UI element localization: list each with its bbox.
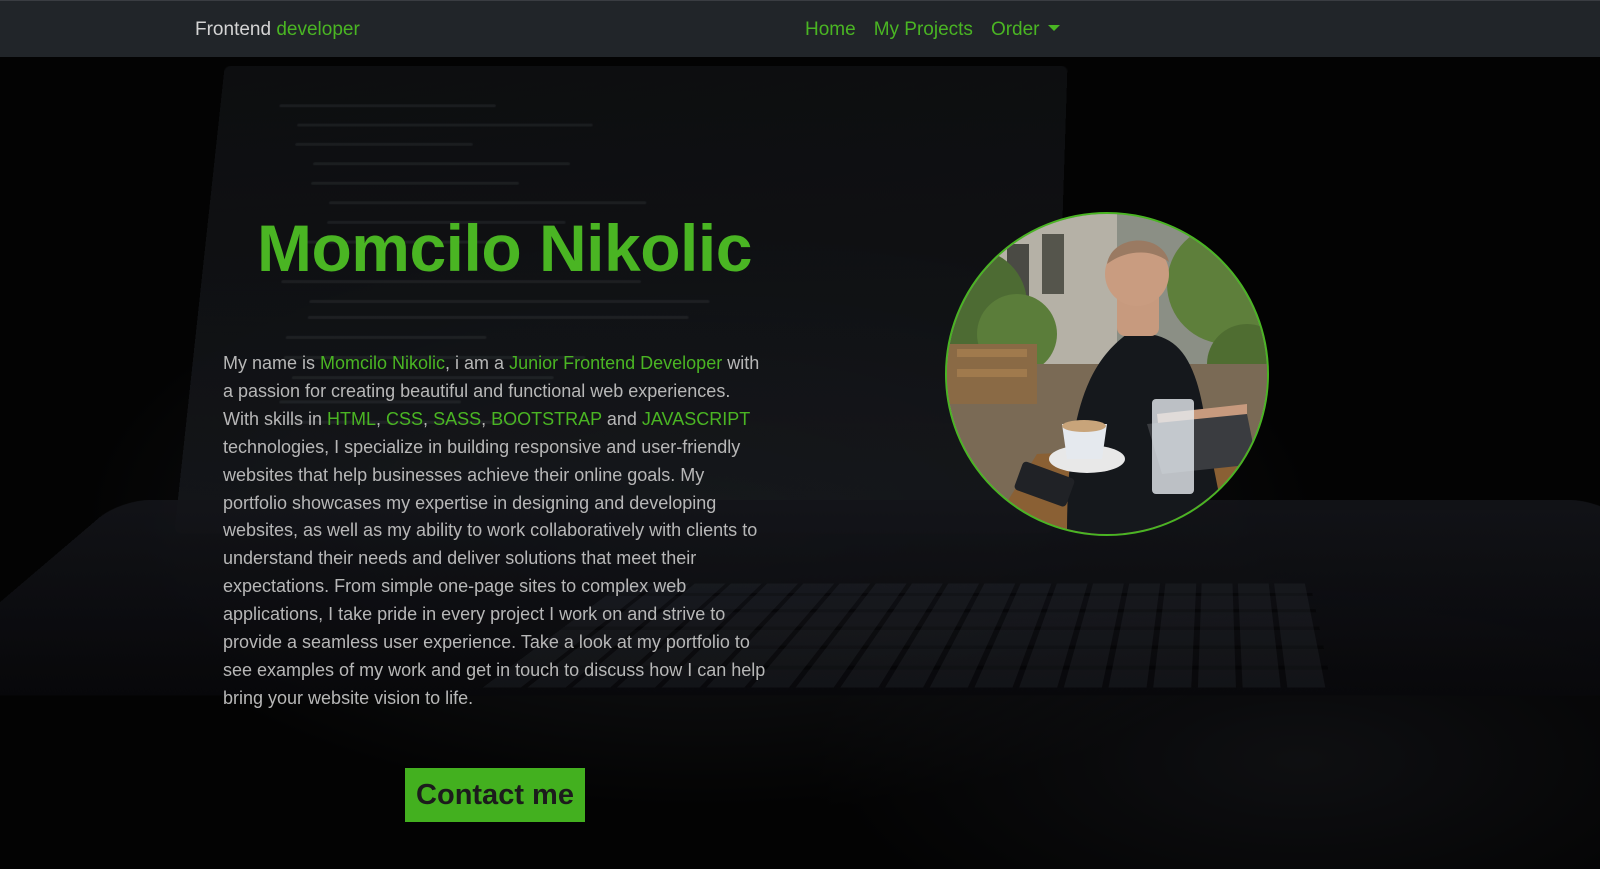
caret-down-icon xyxy=(1048,25,1060,31)
skill-bootstrap: BOOTSTRAP xyxy=(491,409,602,429)
skill-sass: SASS xyxy=(433,409,481,429)
skill-css: CSS xyxy=(386,409,423,429)
contact-me-button[interactable]: Contact me xyxy=(405,768,585,822)
bio-name-highlight: Momcilo Nikolic xyxy=(320,353,445,373)
bio-role-highlight: Junior Frontend Developer xyxy=(509,353,722,373)
page: Frontend developer Home My Projects Orde… xyxy=(0,0,1600,869)
profile-photo-illustration xyxy=(947,214,1267,534)
bio-text: , xyxy=(376,409,386,429)
bio-text: , xyxy=(481,409,491,429)
nav-order-label: Order xyxy=(991,19,1040,40)
skill-html: HTML xyxy=(327,409,376,429)
page-title: Momcilo Nikolic xyxy=(257,210,752,286)
brand-accent: developer xyxy=(276,19,359,40)
bio-text: technologies, I specialize in building r… xyxy=(223,437,765,708)
bio-text: , i am a xyxy=(445,353,509,373)
bio-text: , xyxy=(423,409,433,429)
navbar-brand[interactable]: Frontend developer xyxy=(195,19,360,41)
profile-photo xyxy=(945,212,1269,536)
brand-prefix: Frontend xyxy=(195,19,271,40)
bio-text: and xyxy=(602,409,642,429)
nav-link-my-projects[interactable]: My Projects xyxy=(874,19,973,41)
bio-paragraph: My name is Momcilo Nikolic, i am a Junio… xyxy=(223,350,768,713)
nav-links: Home My Projects Order xyxy=(805,19,1060,41)
bio-text: My name is xyxy=(223,353,320,373)
navbar: Frontend developer Home My Projects Orde… xyxy=(0,0,1600,57)
skill-javascript: JAVASCRIPT xyxy=(642,409,750,429)
nav-link-home[interactable]: Home xyxy=(805,19,856,41)
nav-dropdown-order[interactable]: Order xyxy=(991,19,1060,41)
